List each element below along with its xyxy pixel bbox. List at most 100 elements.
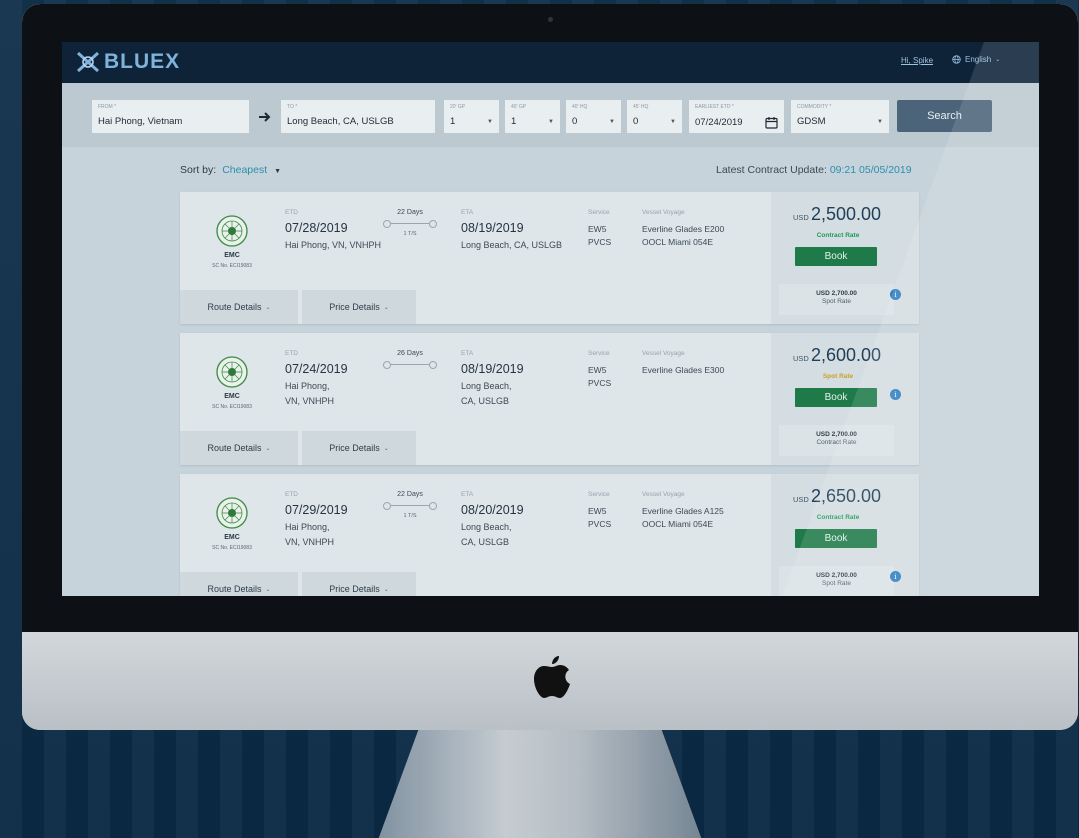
etd-place: Hai Phong, VN, VNHPH bbox=[285, 379, 334, 409]
vessel-label: Vessel Voyage bbox=[642, 491, 685, 498]
price-details-label: Price Details bbox=[329, 302, 380, 312]
service-code-2: PVCS bbox=[588, 237, 612, 247]
info-icon[interactable]: i bbox=[890, 571, 901, 582]
price-details-toggle[interactable]: Price Details ⌄ bbox=[302, 572, 416, 596]
book-button[interactable]: Book bbox=[795, 247, 877, 266]
hq40-label: 40' HQ bbox=[572, 104, 588, 110]
eta-place: Long Beach, CA, USLGB bbox=[461, 520, 512, 550]
hq45-select[interactable]: 45' HQ 0 ▼ bbox=[627, 100, 682, 133]
alternate-price: USD 2,700.00 bbox=[816, 431, 857, 438]
etd-field-value: 07/24/2019 bbox=[695, 117, 743, 128]
carrier-name: EMC bbox=[224, 534, 240, 541]
route-details-label: Route Details bbox=[207, 443, 262, 453]
globe-icon bbox=[952, 55, 961, 64]
transshipment-count: 1 T/S bbox=[403, 513, 417, 519]
chevron-down-icon: ⌄ bbox=[265, 445, 271, 452]
eta-label: ETA bbox=[461, 491, 474, 498]
chevron-down-icon: ⌄ bbox=[265, 304, 271, 311]
route-details-toggle[interactable]: Route Details ⌄ bbox=[180, 431, 298, 465]
result-card: EMC SC No. ECI19083 ETD 07/24/2019 Hai P… bbox=[180, 333, 919, 465]
service-label: Service bbox=[588, 209, 610, 216]
rate-type: Contract Rate bbox=[816, 232, 860, 239]
commodity-select[interactable]: COMMODITY * GDSM ▼ bbox=[791, 100, 889, 133]
gp40-select[interactable]: 40' GP 1 ▼ bbox=[505, 100, 560, 133]
brand-logo[interactable]: BLUEX bbox=[76, 50, 180, 74]
to-value: Long Beach, CA, USLGB bbox=[287, 116, 394, 127]
etd-label: ETD bbox=[285, 491, 298, 498]
transit-timeline bbox=[383, 502, 437, 510]
price-details-toggle[interactable]: Price Details ⌄ bbox=[302, 431, 416, 465]
route-details-toggle[interactable]: Route Details ⌄ bbox=[180, 572, 298, 596]
eta-date: 08/19/2019 bbox=[461, 362, 524, 376]
search-button[interactable]: Search bbox=[897, 100, 992, 132]
result-card: EMC SC No. ECI19083 ETD 07/28/2019 Hai P… bbox=[180, 192, 919, 324]
etd-date: 07/29/2019 bbox=[285, 503, 348, 517]
alternate-rate-type: Spot Rate bbox=[822, 580, 851, 587]
eta-place-line-1: Long Beach, bbox=[461, 522, 512, 532]
commodity-value: GDSM bbox=[797, 116, 826, 127]
app-screen: BLUEX Hi, Spike English ⌄ FROM * Hai Pho… bbox=[62, 42, 1039, 596]
chevron-down-icon: ⌄ bbox=[265, 586, 271, 593]
book-button[interactable]: Book bbox=[795, 529, 877, 548]
to-field[interactable]: TO * Long Beach, CA, USLGB bbox=[281, 100, 435, 133]
service-code-1: EW5 bbox=[588, 224, 607, 234]
hq40-value: 0 bbox=[572, 116, 578, 127]
sort-control[interactable]: Sort by: Cheapest ▼ bbox=[180, 164, 281, 176]
arrow-right-icon[interactable] bbox=[258, 112, 272, 122]
calendar-icon[interactable] bbox=[765, 116, 778, 129]
transit-days: 22 Days bbox=[397, 209, 423, 216]
caret-down-icon: ▼ bbox=[609, 118, 615, 125]
vessel-list: Everline Glades A125 OOCL Miami 054E bbox=[642, 505, 724, 531]
top-navbar: BLUEX Hi, Spike English ⌄ bbox=[62, 42, 1039, 83]
service-list: EW5 PVCS bbox=[588, 223, 611, 249]
service-code-1: EW5 bbox=[588, 506, 607, 516]
gp40-value: 1 bbox=[511, 116, 517, 127]
eta-place: Long Beach, CA, USLGB bbox=[461, 379, 512, 409]
vessel-voyage-1: Everline Glades A125 bbox=[642, 506, 724, 516]
update-time: 09:21 05/05/2019 bbox=[829, 164, 912, 176]
alternate-rate: USD 2,700.00 Contract Rate bbox=[779, 425, 894, 456]
transit-days: 22 Days bbox=[397, 491, 423, 498]
etd-date-picker[interactable]: EARLIEST ETD * 07/24/2019 bbox=[689, 100, 784, 133]
sc-number: SC No. ECI19083 bbox=[212, 263, 252, 269]
chevron-down-icon: ⌄ bbox=[383, 586, 389, 593]
info-icon[interactable]: i bbox=[890, 289, 901, 300]
camera-icon bbox=[548, 17, 553, 22]
from-value: Hai Phong, Vietnam bbox=[98, 116, 183, 127]
service-code-2: PVCS bbox=[588, 378, 612, 388]
etd-field-label: EARLIEST ETD * bbox=[695, 104, 734, 110]
hq40-select[interactable]: 40' HQ 0 ▼ bbox=[566, 100, 621, 133]
language-selector[interactable]: English ⌄ bbox=[952, 55, 1000, 64]
sort-label: Sort by: bbox=[180, 164, 217, 176]
sc-number: SC No. ECI19083 bbox=[212, 404, 252, 410]
vessel-voyage-2: OOCL Miami 054E bbox=[642, 519, 714, 529]
alternate-rate: USD 2,700.00 Spot Rate bbox=[779, 284, 894, 315]
carrier-name: EMC bbox=[224, 393, 240, 400]
info-icon[interactable]: i bbox=[890, 389, 901, 400]
etd-place-line-1: Hai Phong, bbox=[285, 522, 330, 532]
caret-down-icon: ▼ bbox=[877, 118, 883, 125]
transshipment-count: 1 T/S bbox=[403, 231, 417, 237]
etd-place: Hai Phong, VN, VNHPH bbox=[285, 238, 381, 253]
rate-type: Spot Rate bbox=[822, 373, 854, 380]
alternate-price: USD 2,700.00 bbox=[816, 290, 857, 297]
chevron-down-icon: ⌄ bbox=[995, 57, 1001, 63]
price-details-toggle[interactable]: Price Details ⌄ bbox=[302, 290, 416, 324]
monitor-stand bbox=[378, 728, 702, 838]
contract-update-info: Latest Contract Update: 09:21 05/05/2019 bbox=[716, 164, 912, 176]
gp20-select[interactable]: 20' GP 1 ▼ bbox=[444, 100, 499, 133]
etd-place-line-1: Hai Phong, bbox=[285, 381, 330, 391]
sort-value[interactable]: Cheapest bbox=[222, 164, 267, 176]
book-button[interactable]: Book bbox=[795, 388, 877, 407]
caret-down-icon: ▼ bbox=[670, 118, 676, 125]
route-details-toggle[interactable]: Route Details ⌄ bbox=[180, 290, 298, 324]
vessel-label: Vessel Voyage bbox=[642, 350, 685, 357]
carrier-logo-icon bbox=[216, 497, 248, 529]
user-account-link[interactable]: Hi, Spike bbox=[901, 56, 933, 65]
price-panel: USD 2,500.00 Contract Rate Book USD 2,70… bbox=[771, 192, 919, 324]
caret-down-icon: ▼ bbox=[274, 168, 281, 175]
alternate-rate-type: Contract Rate bbox=[816, 439, 857, 446]
service-list: EW5 PVCS bbox=[588, 505, 611, 531]
from-field[interactable]: FROM * Hai Phong, Vietnam bbox=[92, 100, 249, 133]
price-amount: 2,500.00 bbox=[811, 204, 882, 224]
